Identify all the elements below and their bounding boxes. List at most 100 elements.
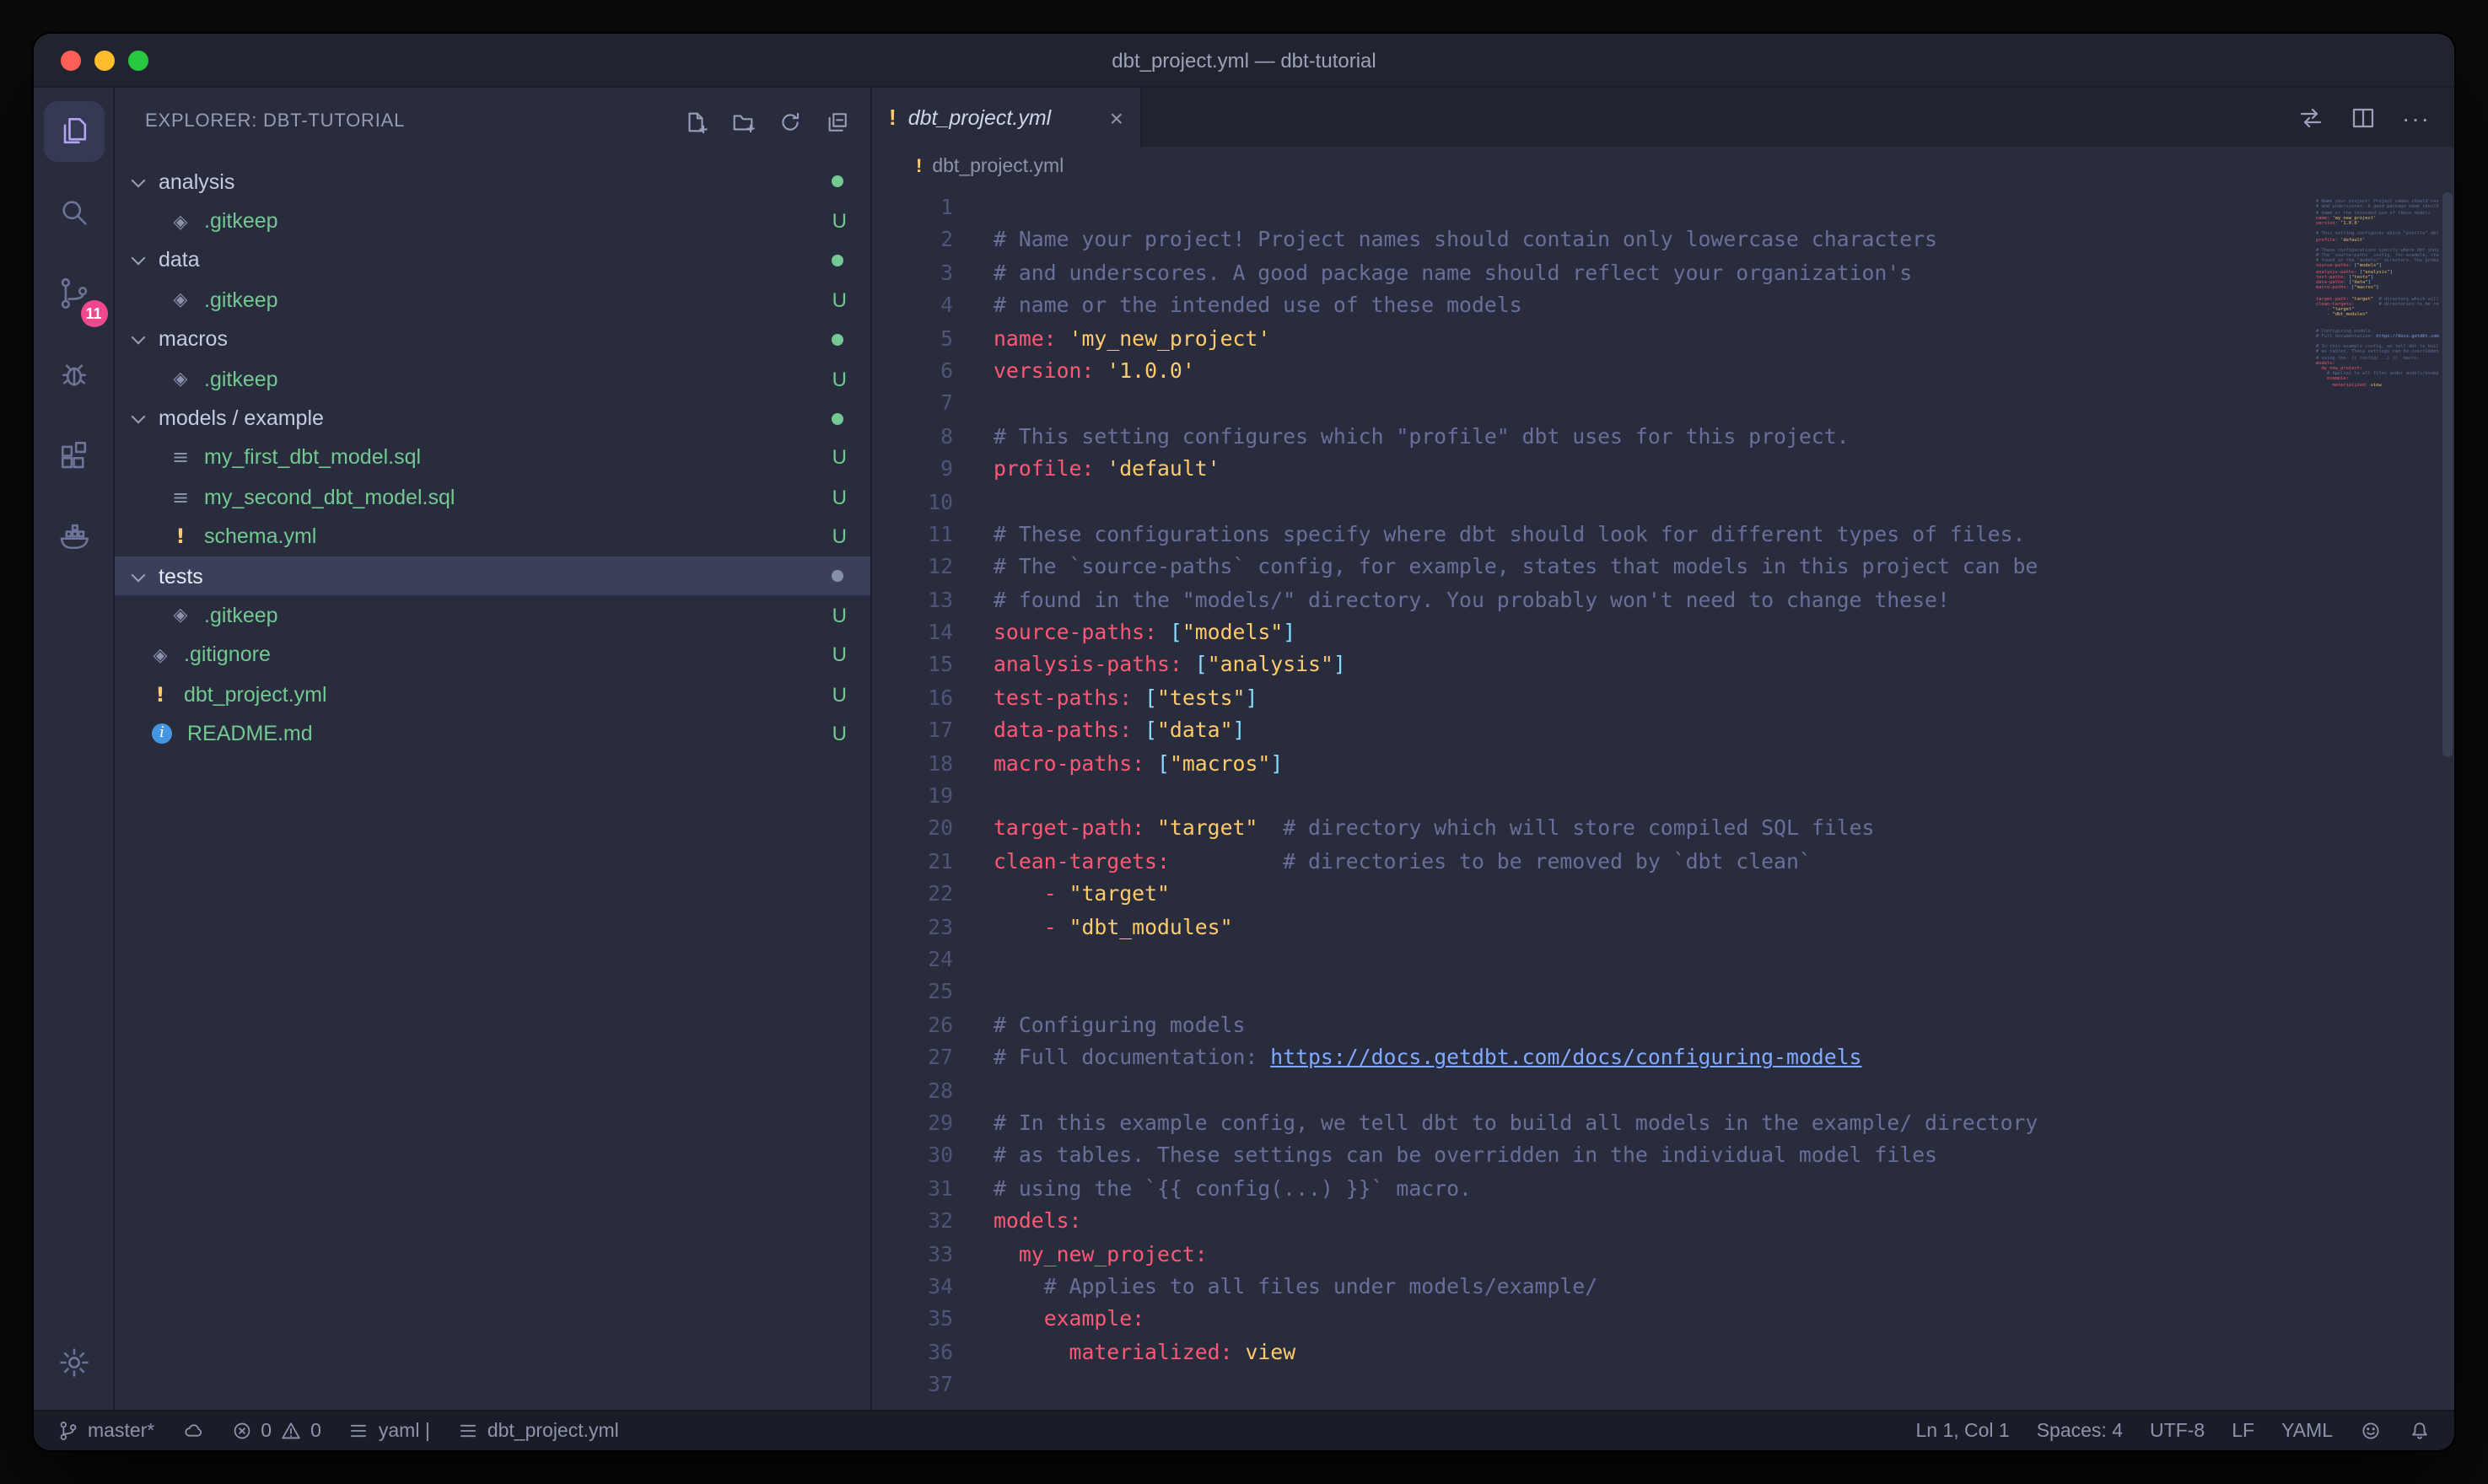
tree-folder-data[interactable]: data [115, 241, 870, 281]
code-line-19[interactable]: 19 [872, 779, 2308, 812]
eol-item[interactable]: LF [2232, 1421, 2254, 1441]
tree-item-label: models / example [159, 406, 324, 430]
new-folder-icon[interactable] [730, 109, 756, 134]
code-line-25[interactable]: 25 [872, 976, 2308, 1008]
code-line-6[interactable]: 6version: '1.0.0' [872, 354, 2308, 387]
code-line-23[interactable]: 23 - "dbt_modules" [872, 910, 2308, 943]
collapse-all-icon[interactable] [825, 109, 850, 134]
code-line-21[interactable]: 21clean-targets: # directories to be rem… [872, 845, 2308, 878]
code-line-29[interactable]: 29# In this example config, we tell dbt … [872, 1106, 2308, 1139]
minimap[interactable]: # Name your project! Project names shoul… [2308, 187, 2439, 1410]
language-mode-item[interactable]: YAML [2281, 1421, 2333, 1441]
code-line-20[interactable]: 20target-path: "target" # directory whic… [872, 812, 2308, 845]
tree-file-my-second-dbt-model.sql[interactable]: ≡my_second_dbt_model.sqlU [115, 477, 870, 517]
tree-file-.gitkeep[interactable]: ◈.gitkeepU [115, 280, 870, 320]
breadcrumb[interactable]: ! dbt_project.yml [872, 147, 2454, 187]
extensions-icon[interactable] [43, 425, 104, 486]
code-line-35[interactable]: 35 example: [872, 1303, 2308, 1336]
traffic-lights [61, 34, 148, 86]
problems-item[interactable]: 0 0 [230, 1420, 321, 1442]
code-line-28[interactable]: 28 [872, 1073, 2308, 1106]
line-number: 29 [872, 1106, 953, 1139]
code-line-36[interactable]: 36 materialized: view [872, 1335, 2308, 1368]
source-control-icon[interactable]: 11 [43, 263, 104, 324]
tree-file-readme.md[interactable]: iREADME.mdU [115, 714, 870, 754]
code-line-31[interactable]: 31# using the `{{ config(...) }}` macro. [872, 1171, 2308, 1204]
minimize-window-button[interactable] [94, 50, 115, 70]
tree-folder-models-example[interactable]: models / example [115, 399, 870, 438]
title-bar[interactable]: dbt_project.yml — dbt-tutorial [34, 34, 2454, 88]
code-line-3[interactable]: 3# and underscores. A good package name … [872, 256, 2308, 289]
line-number: 11 [872, 518, 953, 551]
dbt-project-status-item[interactable]: dbt_project.yml [457, 1420, 619, 1442]
code-line-32[interactable]: 32models: [872, 1204, 2308, 1237]
code-line-1[interactable]: 1 [872, 191, 2308, 223]
new-file-icon[interactable] [683, 109, 708, 134]
code-line-8[interactable]: 8# This setting configures which "profil… [872, 419, 2308, 452]
open-changes-icon[interactable] [2297, 104, 2324, 131]
zoom-window-button[interactable] [128, 50, 148, 70]
code-line-37[interactable]: 37 [872, 1368, 2308, 1401]
code-line-33[interactable]: 33 my_new_project: [872, 1237, 2308, 1270]
git-branch-item[interactable]: master* [57, 1420, 154, 1442]
tree-folder-macros[interactable]: macros [115, 320, 870, 359]
code-line-16[interactable]: 16test-paths: ["tests"] [872, 681, 2308, 714]
code-line-14[interactable]: 14source-paths: ["models"] [872, 616, 2308, 648]
code-line-4[interactable]: 4# name or the intended use of these mod… [872, 288, 2308, 321]
code-line-2[interactable]: 2# Name your project! Project names shou… [872, 223, 2308, 256]
git-changes-dot [832, 175, 843, 187]
more-actions-icon[interactable]: ··· [2402, 104, 2431, 131]
tree-file-.gitkeep[interactable]: ◈.gitkeepU [115, 596, 870, 636]
code-line-26[interactable]: 26# Configuring models [872, 1008, 2308, 1041]
indentation-item[interactable]: Spaces: 4 [2037, 1421, 2123, 1441]
tree-folder-tests[interactable]: tests [115, 556, 870, 596]
code-line-5[interactable]: 5name: 'my_new_project' [872, 321, 2308, 354]
yaml-status-item[interactable]: yaml | [348, 1420, 430, 1442]
code-line-22[interactable]: 22 - "target" [872, 877, 2308, 910]
code-line-11[interactable]: 11# These configurations specify where d… [872, 518, 2308, 551]
code-line-15[interactable]: 15analysis-paths: ["analysis"] [872, 648, 2308, 681]
refresh-icon[interactable] [778, 109, 803, 134]
tree-file-schema.yml[interactable]: !schema.ymlU [115, 517, 870, 556]
scrollbar-thumb[interactable] [2442, 192, 2453, 757]
settings-gear-icon[interactable] [43, 1332, 104, 1393]
status-bar: master* 0 0 yaml | dbt_project.ym [34, 1410, 2454, 1450]
docker-icon[interactable] [43, 506, 104, 567]
breadcrumb-file[interactable]: dbt_project.yml [932, 157, 1064, 177]
tab-close-icon[interactable]: × [1110, 105, 1123, 129]
run-debug-icon[interactable] [43, 344, 104, 405]
code-line-9[interactable]: 9profile: 'default' [872, 452, 2308, 485]
code-line-24[interactable]: 24 [872, 943, 2308, 976]
cursor-position-item[interactable]: Ln 1, Col 1 [1915, 1421, 2009, 1441]
notifications-bell-icon[interactable] [2409, 1420, 2431, 1442]
tree-folder-analysis[interactable]: analysis [115, 162, 870, 202]
publish-item[interactable] [181, 1420, 203, 1442]
code-line-10[interactable]: 10 [872, 485, 2308, 518]
tree-file-.gitignore[interactable]: ◈.gitignoreU [115, 635, 870, 675]
chevron-down-icon [132, 173, 146, 187]
code-editor[interactable]: 12# Name your project! Project names sho… [872, 187, 2454, 1410]
code-line-27[interactable]: 27# Full documentation: https://docs.get… [872, 1040, 2308, 1073]
close-window-button[interactable] [61, 50, 81, 70]
search-icon[interactable] [43, 182, 104, 243]
code-lines[interactable]: 12# Name your project! Project names sho… [872, 187, 2308, 1410]
code-line-34[interactable]: 34 # Applies to all files under models/e… [872, 1270, 2308, 1303]
yaml-warning-icon: ! [889, 105, 897, 130]
tree-file-.gitkeep[interactable]: ◈.gitkeepU [115, 202, 870, 241]
tree-file-my-first-dbt-model.sql[interactable]: ≡my_first_dbt_model.sqlU [115, 438, 870, 477]
code-line-7[interactable]: 7 [872, 387, 2308, 420]
tab-dbt-project-yml[interactable]: ! dbt_project.yml × [872, 88, 1142, 147]
tree-file-dbt-project.yml[interactable]: !dbt_project.ymlU [115, 675, 870, 714]
code-line-18[interactable]: 18macro-paths: ["macros"] [872, 746, 2308, 779]
tree-item-label: .gitignore [184, 643, 271, 667]
code-line-17[interactable]: 17data-paths: ["data"] [872, 714, 2308, 747]
encoding-item[interactable]: UTF-8 [2150, 1421, 2205, 1441]
code-line-30[interactable]: 30# as tables. These settings can be ove… [872, 1139, 2308, 1172]
feedback-smiley-icon[interactable] [2360, 1420, 2382, 1442]
editor-scrollbar[interactable] [2439, 187, 2454, 1410]
code-line-12[interactable]: 12# The `source-paths` config, for examp… [872, 551, 2308, 583]
code-line-13[interactable]: 13# found in the "models/" directory. Yo… [872, 583, 2308, 616]
tree-file-.gitkeep[interactable]: ◈.gitkeepU [115, 359, 870, 399]
explorer-icon[interactable] [43, 101, 104, 162]
split-editor-icon[interactable] [2350, 104, 2377, 131]
